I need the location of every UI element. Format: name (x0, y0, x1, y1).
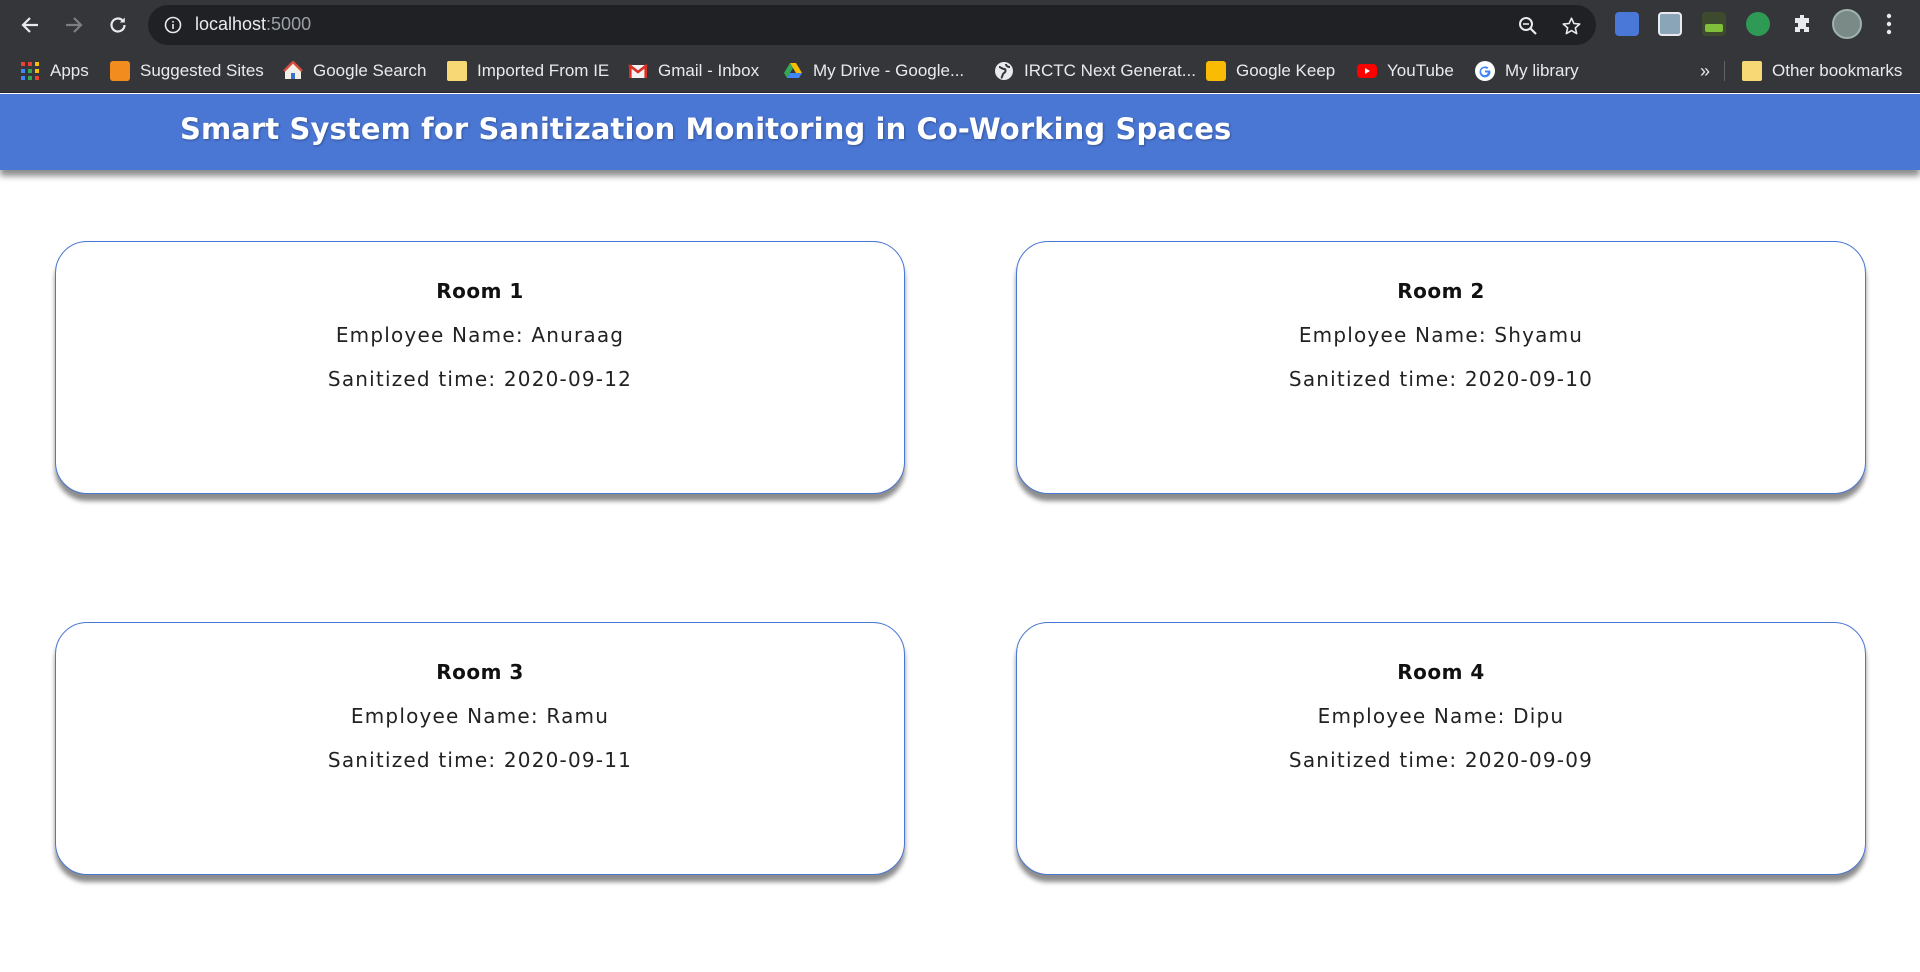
bookmark-google-keep[interactable]: Google Keep (1206, 49, 1335, 93)
bookmark-label: Gmail - Inbox (658, 61, 760, 80)
employee-name: Employee Name: Ramu (350, 704, 610, 728)
address-bar[interactable]: localhost:5000 (148, 5, 1596, 45)
sanitized-time: Sanitized time: 2020-09-09 (1288, 748, 1594, 772)
folder-icon (1742, 61, 1762, 81)
room-title: Room 3 (436, 660, 524, 684)
room-card: Room 1 Employee Name: Anuraag Sanitized … (55, 241, 905, 494)
menu-kebab-icon[interactable] (1885, 13, 1893, 35)
bookmark-my-drive[interactable]: My Drive - Google... (783, 49, 964, 93)
app-header: Smart System for Sanitization Monitoring… (0, 94, 1920, 170)
page-title: Smart System for Sanitization Monitoring… (180, 112, 1232, 146)
apps-grid-icon (20, 61, 40, 81)
bookmark-my-library[interactable]: My library (1475, 49, 1579, 93)
room-title: Room 2 (1397, 279, 1485, 303)
extensions-puzzle-icon[interactable] (1791, 12, 1815, 36)
google-keep-icon (1206, 61, 1226, 81)
room-title: Room 1 (436, 279, 524, 303)
green-extension-icon[interactable] (1746, 12, 1770, 36)
bookmark-youtube[interactable]: YouTube (1357, 49, 1454, 93)
back-arrow-icon (21, 17, 38, 33)
sanitized-time: Sanitized time: 2020-09-11 (327, 748, 633, 772)
gmail-icon (628, 61, 648, 81)
profile-avatar[interactable] (1832, 9, 1862, 39)
image-extension-icon[interactable] (1658, 12, 1682, 36)
bookmark-label: IRCTC Next Generat... (1024, 61, 1196, 80)
bookmark-label: Apps (50, 61, 89, 80)
zoom-icon[interactable] (1518, 16, 1538, 36)
suggested-sites-icon (110, 61, 130, 81)
bookmark-star-icon[interactable] (1561, 16, 1582, 37)
globe-icon (994, 61, 1014, 81)
room-title: Room 4 (1397, 660, 1485, 684)
folder-icon (447, 61, 467, 81)
bookmark-label: Google Search (313, 61, 427, 80)
google-translate-icon[interactable] (1615, 12, 1639, 36)
reload-icon (110, 17, 126, 33)
bookmark-gmail-inbox[interactable]: Gmail - Inbox (628, 49, 759, 93)
pdf-extension-icon[interactable] (1702, 12, 1726, 36)
employee-name: Employee Name: Dipu (1317, 704, 1565, 728)
forward-arrow-icon (66, 17, 83, 33)
google-drive-icon (783, 61, 803, 81)
url-port: :5000 (266, 14, 312, 34)
address-url[interactable]: localhost:5000 (195, 14, 311, 35)
bookmark-label: Google Keep (1236, 61, 1336, 80)
bookmark-imported-from-ie[interactable]: Imported From IE (447, 49, 609, 93)
url-host: localhost (195, 14, 267, 34)
bookmarks-bar: Apps Suggested Sites Google Search Impor… (0, 49, 1920, 93)
room-card: Room 2 Employee Name: Shyamu Sanitized t… (1016, 241, 1866, 494)
bookmark-suggested-sites[interactable]: Suggested Sites (110, 49, 264, 93)
browser-toolbar: localhost:5000 (0, 0, 1920, 49)
forward-button[interactable] (59, 10, 89, 40)
bookmark-label: Suggested Sites (140, 61, 264, 80)
sanitized-time: Sanitized time: 2020-09-12 (327, 367, 633, 391)
room-card: Room 4 Employee Name: Dipu Sanitized tim… (1016, 622, 1866, 875)
bookmarks-overflow-button[interactable]: » (1700, 49, 1710, 93)
page-content: Smart System for Sanitization Monitoring… (0, 94, 1920, 972)
back-button[interactable] (15, 10, 45, 40)
room-card: Room 3 Employee Name: Ramu Sanitized tim… (55, 622, 905, 875)
bookmark-apps[interactable]: Apps (20, 49, 89, 93)
google-search-house-icon (283, 60, 303, 81)
bookmark-label: Other bookmarks (1772, 61, 1903, 80)
bookmarks-separator (1724, 61, 1725, 81)
bookmark-label: My Drive - Google... (813, 61, 965, 80)
bookmark-other-bookmarks[interactable]: Other bookmarks (1742, 49, 1902, 93)
employee-name: Employee Name: Anuraag (335, 323, 625, 347)
sanitized-time: Sanitized time: 2020-09-10 (1288, 367, 1594, 391)
employee-name: Employee Name: Shyamu (1298, 323, 1584, 347)
bookmark-irctc[interactable]: IRCTC Next Generat... (994, 49, 1196, 93)
google-g-icon (1475, 61, 1495, 81)
bookmark-label: Imported From IE (477, 61, 610, 80)
bookmark-google-search[interactable]: Google Search (283, 49, 426, 93)
bookmark-label: YouTube (1387, 61, 1454, 80)
bookmark-label: My library (1505, 61, 1579, 80)
youtube-icon (1357, 61, 1377, 81)
info-icon[interactable] (164, 16, 182, 34)
overflow-chevron-label: » (1700, 60, 1711, 81)
reload-button[interactable] (103, 10, 133, 40)
